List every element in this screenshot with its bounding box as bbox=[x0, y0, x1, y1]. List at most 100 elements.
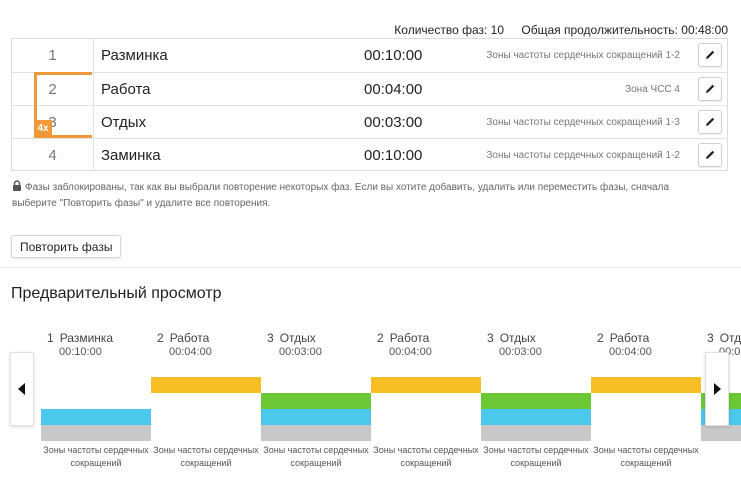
lock-icon bbox=[13, 180, 21, 191]
segment-header: 1 Разминка bbox=[47, 331, 113, 345]
workout-summary: Количество фаз: 10 Общая продолжительнос… bbox=[380, 23, 728, 37]
segment-zone-label: Зоны bbox=[701, 444, 741, 457]
segment-duration: 00:04:00 bbox=[389, 346, 432, 358]
phase-name: Работа bbox=[101, 80, 151, 98]
segment-number: 3 bbox=[487, 331, 494, 345]
zone-label-line: сокращений bbox=[70, 458, 122, 468]
pencil-icon bbox=[706, 84, 715, 93]
segment-header: 2 Работа bbox=[377, 331, 429, 345]
timeline-next-button[interactable] bbox=[705, 352, 729, 426]
edit-phase-button[interactable] bbox=[698, 110, 722, 134]
caret-left-icon bbox=[18, 383, 25, 395]
zone-label-line: сокращений bbox=[620, 458, 672, 468]
locked-phases-note: Фазы заблокированы, так как вы выбрали п… bbox=[12, 180, 712, 212]
segment-name: Работа bbox=[169, 331, 210, 345]
segment-zone-label: Зоны частоты сердечных сокращений bbox=[261, 444, 371, 470]
zone-label-line: Зоны частоты сердечных bbox=[43, 445, 149, 455]
zone-label-line: Зоны частоты сердечных bbox=[593, 445, 699, 455]
phase-zone: Зоны частоты сердечных сокращений 1-3 bbox=[486, 116, 680, 128]
phase-name: Отдых bbox=[101, 113, 147, 131]
phase-duration: 00:03:00 bbox=[364, 113, 423, 131]
timeline-segment: 1 Разминка 00:10:00 Зоны частоты сердечных с… bbox=[41, 320, 151, 480]
zone-label-line: Зоны bbox=[701, 444, 741, 457]
locked-phases-text: Фазы заблокированы, так как вы выбрали п… bbox=[12, 182, 670, 209]
phase-number: 1 bbox=[12, 39, 94, 72]
zone-bar-1 bbox=[41, 425, 151, 441]
zone-label-line: сокращений bbox=[290, 458, 342, 468]
zone-bar-4 bbox=[151, 377, 261, 393]
edit-phase-button[interactable] bbox=[698, 43, 722, 67]
segment-name: Отдых bbox=[719, 331, 741, 345]
edit-phase-button[interactable] bbox=[698, 77, 722, 101]
phase-row: 3 Отдых 00:03:00 Зоны частоты сердечных … bbox=[12, 105, 727, 138]
phase-table: 1 Разминка 00:10:00 Зоны частоты сердечн… bbox=[11, 38, 728, 171]
phase-count: Количество фаз: 10 bbox=[394, 23, 505, 37]
phase-name: Разминка bbox=[101, 47, 168, 64]
segment-number: 1 bbox=[47, 331, 54, 345]
segment-header: 3 Отдых bbox=[267, 331, 316, 345]
segment-zone-label: Зоны частоты сердечных сокращений bbox=[41, 444, 151, 470]
timeline-segment: 3 Отдых 00:03:00 Зоны частоты сердечных сокр… bbox=[481, 320, 591, 480]
segment-number: 2 bbox=[597, 331, 604, 345]
edit-phase-button[interactable] bbox=[698, 143, 722, 167]
segment-name: Работа bbox=[389, 331, 430, 345]
repeat-phases-button[interactable]: Повторить фазы bbox=[11, 235, 122, 258]
zone-bar-2 bbox=[261, 409, 371, 425]
segment-number: 3 bbox=[707, 331, 714, 345]
zone-label-line: сокращений bbox=[510, 458, 562, 468]
segment-zone-label: Зоны частоты сердечных сокращений bbox=[371, 444, 481, 470]
timeline-segment: 2 Работа 00:04:00 Зоны частоты сердечных сок… bbox=[151, 320, 261, 480]
segment-name: Отдых bbox=[279, 331, 316, 345]
pencil-icon bbox=[706, 50, 715, 59]
segment-number: 2 bbox=[157, 331, 164, 345]
timeline-segment: 2 Работа 00:04:00 Зоны частоты сердечных сок… bbox=[371, 320, 481, 480]
timeline-segment: 2 Работа 00:04:00 Зоны частоты сердечных сок… bbox=[591, 320, 701, 480]
section-divider bbox=[0, 267, 741, 268]
zone-bar-2 bbox=[41, 409, 151, 425]
zone-bar-3 bbox=[481, 393, 591, 409]
phase-duration: 00:04:00 bbox=[364, 80, 423, 98]
pencil-icon bbox=[706, 117, 715, 126]
segment-duration: 00:04:00 bbox=[609, 346, 652, 358]
zone-bar-4 bbox=[591, 377, 701, 393]
zone-bar-1 bbox=[701, 425, 741, 441]
segment-header: 3 Отдых bbox=[487, 331, 536, 345]
zone-label-line: Зоны частоты сердечных bbox=[483, 445, 589, 455]
segment-header: 2 Работа bbox=[157, 331, 209, 345]
phase-zone: Зоны частоты сердечных сокращений 1-2 bbox=[486, 50, 680, 61]
segment-name: Работа bbox=[609, 331, 650, 345]
phase-duration: 00:10:00 bbox=[364, 47, 423, 64]
segment-duration: 00:03:00 bbox=[499, 346, 542, 358]
pencil-icon bbox=[706, 150, 715, 159]
phase-row: 2 Работа 00:04:00 Зона ЧСС 4 bbox=[12, 72, 727, 105]
phase-name: Заминка bbox=[101, 146, 161, 164]
segment-name: Разминка bbox=[59, 331, 114, 345]
zone-label-line: Зоны частоты сердечных bbox=[263, 445, 369, 455]
preview-title: Предварительный просмотр bbox=[11, 285, 222, 302]
zone-label-line: Зоны частоты сердечных bbox=[373, 445, 479, 455]
zone-bar-2 bbox=[481, 409, 591, 425]
segment-name: Отдых bbox=[499, 331, 536, 345]
phase-number: 4 bbox=[12, 139, 94, 171]
timeline-segment: 3 Отдых 00:03:00 Зоны частоты сердечных сокр… bbox=[261, 320, 371, 480]
total-duration: Общая продолжительность: 00:48:00 bbox=[521, 23, 728, 37]
caret-right-icon bbox=[714, 383, 721, 395]
segment-duration: 00:10:00 bbox=[59, 346, 102, 358]
zone-label-line: сокращений bbox=[180, 458, 232, 468]
segment-number: 3 bbox=[267, 331, 274, 345]
segment-header: 3 Отдых bbox=[707, 331, 741, 345]
zone-bar-3 bbox=[261, 393, 371, 409]
segment-zone-label: Зоны частоты сердечных сокращений bbox=[591, 444, 701, 470]
zone-label-line: сокращений bbox=[400, 458, 452, 468]
preview-timeline: 1 Разминка 00:10:00 Зоны частоты сердечных с… bbox=[0, 320, 741, 493]
timeline-prev-button[interactable] bbox=[10, 352, 34, 426]
zone-bar-4 bbox=[371, 377, 481, 393]
repeat-count-badge: 4x bbox=[34, 120, 52, 137]
phase-row: 4 Заминка 00:10:00 Зоны частоты сердечны… bbox=[12, 138, 727, 171]
segment-duration: 00:04:00 bbox=[169, 346, 212, 358]
segment-duration: 00:03:00 bbox=[279, 346, 322, 358]
phase-duration: 00:10:00 bbox=[364, 146, 423, 164]
segment-zone-label: Зоны частоты сердечных сокращений bbox=[151, 444, 261, 470]
phase-row: 1 Разминка 00:10:00 Зоны частоты сердечн… bbox=[12, 39, 727, 72]
phase-zone: Зона ЧСС 4 bbox=[625, 83, 680, 95]
